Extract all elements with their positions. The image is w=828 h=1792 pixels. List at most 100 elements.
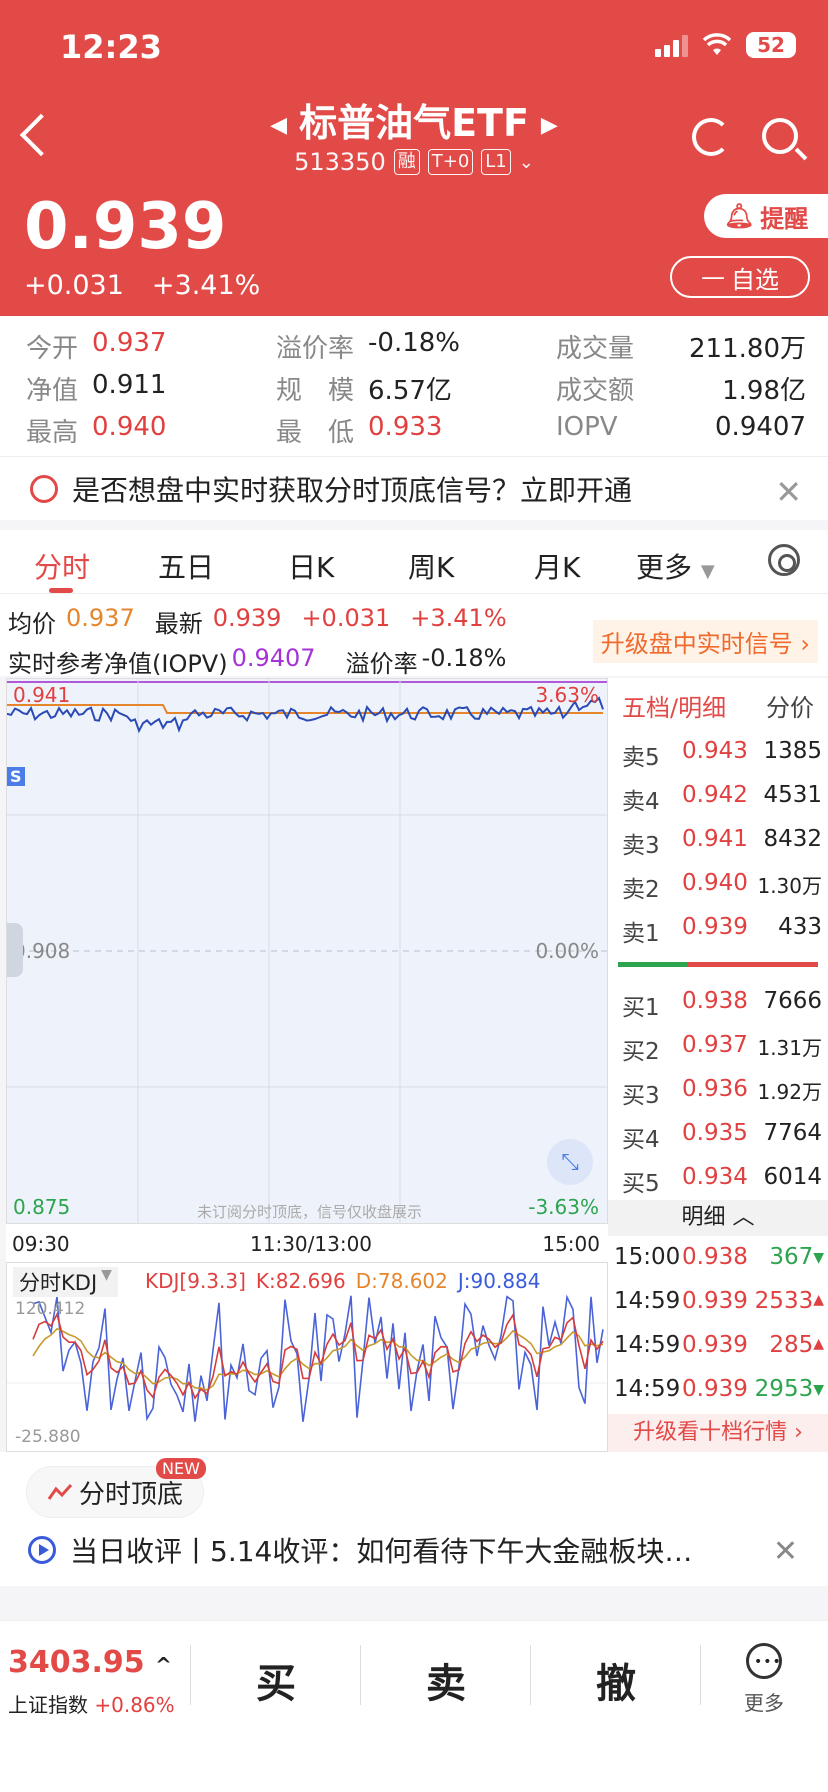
bid-row: 买1 0.938 7666 (622, 988, 822, 1022)
more-icon[interactable]: ••• (746, 1643, 782, 1679)
signal-pill-label: 分时顶底 (79, 1479, 184, 1510)
low-label: 最 低 (276, 418, 355, 448)
down-arrow-icon: ▼ (813, 1250, 824, 1266)
tab-daily-k[interactable]: 日K (288, 546, 334, 586)
tag-t0: T+0 (427, 149, 474, 175)
bid-price: 0.934 (682, 1164, 748, 1190)
add-favorite-button[interactable]: — 自选 (670, 256, 810, 298)
tab-monthly-k[interactable]: 月K (534, 546, 580, 586)
high-label: 最高 (26, 418, 79, 448)
detail-label: 明细 (681, 1205, 726, 1230)
tab-intraday[interactable]: 分时 (34, 546, 90, 586)
chart-bottom-price: 0.875 (13, 1195, 71, 1219)
tab-five-day[interactable]: 五日 (158, 546, 214, 586)
current-price: 0.939 (24, 190, 227, 264)
detail-toggle[interactable]: 明细 ︿ (608, 1200, 828, 1236)
status-icons: 52 (655, 32, 796, 58)
kdj-selector-label: 分时KDJ (19, 1271, 98, 1295)
search-icon[interactable] (762, 118, 798, 154)
trade-qty: 285 (769, 1332, 814, 1358)
prev-stock-icon[interactable]: ◀ (270, 113, 287, 138)
nav-label: 净值 (26, 376, 79, 406)
wifi-icon (702, 33, 732, 55)
bid-row: 买5 0.934 6014 (622, 1164, 822, 1198)
intraday-chart[interactable]: 0.941 3.63% 0.908 0.00% 0.875 -3.63% 未订阅… (6, 678, 608, 1224)
ask-qty: 1.30万 (757, 874, 822, 898)
kdj-bottom: -25.880 (15, 1427, 81, 1447)
kdj-chart[interactable]: 分时KDJ ▼ KDJ[9.3.3] K:82.696 D:78.602 J:90… (6, 1262, 608, 1452)
next-stock-icon[interactable]: ▶ (541, 113, 558, 138)
chevron-down-icon: ⌄ (518, 151, 534, 173)
turnover-value: 1.98亿 (722, 376, 806, 406)
ask-name: 卖2 (622, 877, 660, 903)
promo-text: 是否想盘中实时获取分时顶底信号？立即开通 (72, 473, 633, 507)
chevron-right-icon: › (800, 630, 810, 658)
intraday-chart-svg (7, 679, 607, 1223)
volume-label: 成交量 (556, 334, 635, 364)
fullscreen-icon[interactable]: ⤡ (547, 1139, 593, 1185)
trade-time: 14:59 (614, 1376, 681, 1402)
ask-price: 0.940 (682, 870, 748, 896)
play-icon (28, 1536, 56, 1564)
index-change: +0.86% (94, 1693, 175, 1717)
price-dist-tab[interactable]: 分价 (766, 688, 814, 723)
trade-footer: 3403.95 ^ 上证指数 +0.86% 买 卖 撤 ••• 更多 (0, 1620, 828, 1792)
tab-more[interactable]: 更多 ▼ (636, 546, 715, 586)
settings-icon[interactable] (768, 544, 800, 576)
volume-value: 211.80万 (689, 334, 806, 364)
minus-icon: — (701, 263, 725, 291)
avg-value: 0.937 (66, 604, 135, 632)
news-ticker[interactable]: 当日收评丨5.14收评：如何看待下午大金融板块… (28, 1530, 692, 1570)
bid-price: 0.935 (682, 1120, 748, 1146)
ask-price: 0.941 (682, 826, 748, 852)
close-icon[interactable]: ✕ (775, 473, 802, 511)
premium-label: 溢价率 (276, 334, 355, 364)
down-arrow-icon: ▼ (813, 1382, 824, 1398)
kdj-values: KDJ[9.3.3] K:82.696 D:78.602 J:90.884 (145, 1269, 541, 1293)
bid-qty: 1.31万 (757, 1036, 822, 1060)
upgrade-signal-button[interactable]: 升级盘中实时信号 › (592, 620, 818, 663)
stock-header: 12:23 52 ◀ 标普油气ETF ▶ 513350 融 T+0 L1 ⌄ 0.9… (0, 0, 828, 316)
cancel-order-button[interactable]: 撤 (556, 1651, 676, 1709)
bid-name: 买4 (622, 1127, 660, 1153)
ask-row: 卖5 0.943 1385 (622, 738, 822, 772)
new-badge: NEW (156, 1458, 206, 1479)
caret-down-icon: ▼ (700, 561, 715, 582)
time-end: 15:00 (542, 1232, 600, 1256)
close-icon[interactable]: ✕ (773, 1534, 798, 1569)
sell-button[interactable]: 卖 (386, 1651, 506, 1709)
expand-handle[interactable] (7, 923, 23, 977)
info-change: +0.031 (301, 604, 391, 632)
bottom-section: 分时顶底 NEW 当日收评丨5.14收评：如何看待下午大金融板块… ✕ (0, 1452, 828, 1586)
status-time: 12:23 (60, 28, 162, 66)
chart-top-price: 0.941 (13, 683, 71, 707)
iopv-label: IOPV (556, 412, 618, 442)
ask-name: 卖4 (622, 789, 660, 815)
trade-time: 15:00 (614, 1244, 681, 1270)
info-change-pct: +3.41% (410, 604, 507, 632)
divider (360, 1645, 361, 1705)
upgrade-level10-button[interactable]: 升级看十档行情 › (608, 1414, 828, 1452)
avg-label: 均价 (8, 610, 56, 638)
index-quote[interactable]: 3403.95 ^ (8, 1645, 172, 1680)
more-label[interactable]: 更多 (744, 1687, 784, 1716)
buy-button[interactable]: 买 (216, 1651, 336, 1709)
orderbook-tab[interactable]: 五档/明细 (622, 688, 726, 723)
change-value: +0.031 (24, 270, 124, 301)
chart-top-pct: 3.63% (535, 683, 599, 707)
bid-name: 买1 (622, 995, 660, 1021)
tab-weekly-k[interactable]: 周K (408, 546, 454, 586)
trade-qty: 367 (769, 1244, 814, 1270)
kdj-selector[interactable]: 分时KDJ ▼ (13, 1267, 118, 1297)
ask-name: 卖3 (622, 833, 660, 859)
high-value: 0.940 (92, 412, 167, 442)
trade-price: 0.939 (682, 1376, 748, 1402)
refresh-icon[interactable] (692, 118, 730, 156)
premium-ref-label: 溢价率 (345, 650, 418, 678)
tab-underline (49, 588, 73, 593)
tab-more-label: 更多 (636, 551, 693, 584)
ask-qty: 4531 (763, 782, 822, 808)
tag-l1: L1 (481, 149, 511, 175)
alert-button[interactable]: 🔔︎ 提醒 (704, 194, 828, 238)
signal-promo-banner[interactable]: 是否想盘中实时获取分时顶底信号？立即开通 ✕ (0, 456, 828, 520)
